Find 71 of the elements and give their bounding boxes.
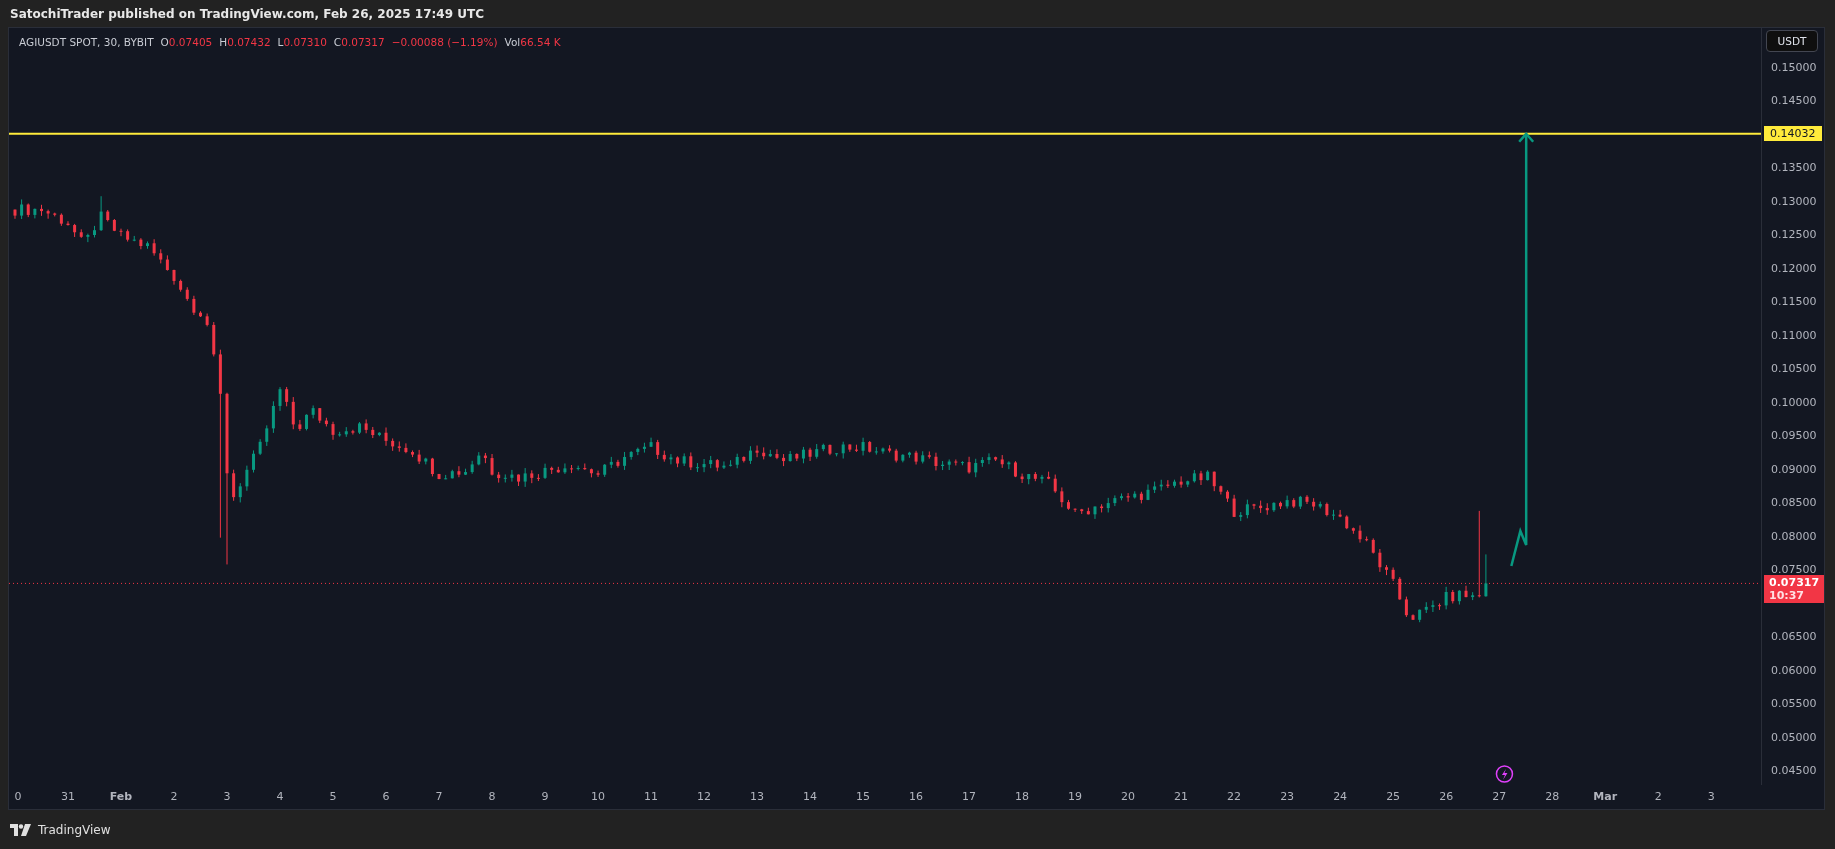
ohlc-label: O <box>160 36 169 48</box>
date-tick: 11 <box>644 790 659 803</box>
date-tick: 15 <box>856 790 871 803</box>
price-tick: 0.10500 <box>1771 362 1817 376</box>
date-tick: 27 <box>1492 790 1507 803</box>
price-tick: 0.15000 <box>1771 60 1817 74</box>
price-tick: 0.14500 <box>1771 94 1817 108</box>
volume-label: Vol <box>504 36 521 48</box>
price-tick: 0.12500 <box>1771 228 1817 242</box>
date-tick: 21 <box>1174 790 1189 803</box>
date-tick: 16 <box>909 790 924 803</box>
date-tick: 24 <box>1333 790 1348 803</box>
ohlc-value: 0.07432 <box>227 36 271 48</box>
date-tick: 9 <box>541 790 549 803</box>
price-tick: 0.11000 <box>1771 328 1817 342</box>
date-tick: 3 <box>1707 790 1715 803</box>
price-tick: 0.11500 <box>1771 295 1817 309</box>
price-tick: 0.10000 <box>1771 395 1817 409</box>
date-tick: 14 <box>803 790 818 803</box>
price-tick: 0.09000 <box>1771 462 1817 476</box>
date-tick: Feb <box>109 790 133 803</box>
date-tick: 13 <box>750 790 765 803</box>
ohlc-value: 0.07317 <box>341 36 385 48</box>
date-tick: 6 <box>382 790 390 803</box>
price-tick: 0.12000 <box>1771 261 1817 275</box>
date-tick: 28 <box>1545 790 1560 803</box>
ohlc-label: L <box>277 36 284 48</box>
ohlc-value: 0.07405 <box>168 36 213 48</box>
volume-value: 66.54 K <box>520 36 561 48</box>
currency-button[interactable]: USDT <box>1766 30 1818 52</box>
ohlc-label: H <box>219 36 228 48</box>
ohlc-value: 0.07310 <box>283 36 327 48</box>
date-tick: 2 <box>1654 790 1662 803</box>
price-tick: 0.08500 <box>1771 496 1817 510</box>
ohlc-label: C <box>333 36 342 48</box>
change-value: −0.00088 (−1.19%) <box>391 36 498 48</box>
price-tick: 0.06500 <box>1771 630 1817 644</box>
date-tick: 2 <box>170 790 178 803</box>
line-price-label: 0.14032 <box>1764 125 1822 141</box>
price-tick: 0.05000 <box>1771 730 1817 744</box>
date-tick: 23 <box>1280 790 1295 803</box>
symbol-label: AGIUSDT SPOT, 30, BYBIT <box>19 36 154 48</box>
last-price: 0.07317 <box>1769 576 1820 590</box>
date-tick: 26 <box>1439 790 1454 803</box>
date-tick: 31 <box>61 790 75 803</box>
price-tick: 0.13500 <box>1771 161 1817 175</box>
price-tick: 0.07500 <box>1771 563 1817 577</box>
bar-countdown: 10:37 <box>1769 589 1805 603</box>
brand-name: TradingView <box>38 822 111 837</box>
price-tick: 0.04500 <box>1771 764 1817 777</box>
price-tick: 0.06000 <box>1771 663 1817 677</box>
date-tick: 0 <box>14 790 22 803</box>
date-tick: 22 <box>1227 790 1242 803</box>
date-tick: Mar <box>1593 790 1618 803</box>
date-tick: 8 <box>488 790 496 803</box>
date-tick: 3 <box>223 790 231 803</box>
price-tick: 0.09500 <box>1771 429 1817 443</box>
date-tick: 18 <box>1015 790 1030 803</box>
price-tick: 0.08000 <box>1771 529 1817 543</box>
price-tick: 0.05500 <box>1771 697 1817 711</box>
date-tick: 7 <box>435 790 443 803</box>
date-tick: 12 <box>697 790 712 803</box>
date-tick: 10 <box>591 790 606 803</box>
price-tick: 0.13000 <box>1771 194 1817 208</box>
date-tick: 5 <box>329 790 337 803</box>
date-tick: 20 <box>1121 790 1136 803</box>
publish-info: SatochiTrader published on TradingView.com, Feb 26, 2025 17:49 UTC <box>10 6 484 21</box>
date-tick: 25 <box>1386 790 1401 803</box>
date-tick: 19 <box>1068 790 1083 803</box>
date-tick: 17 <box>962 790 977 803</box>
date-tick: 4 <box>276 790 284 803</box>
